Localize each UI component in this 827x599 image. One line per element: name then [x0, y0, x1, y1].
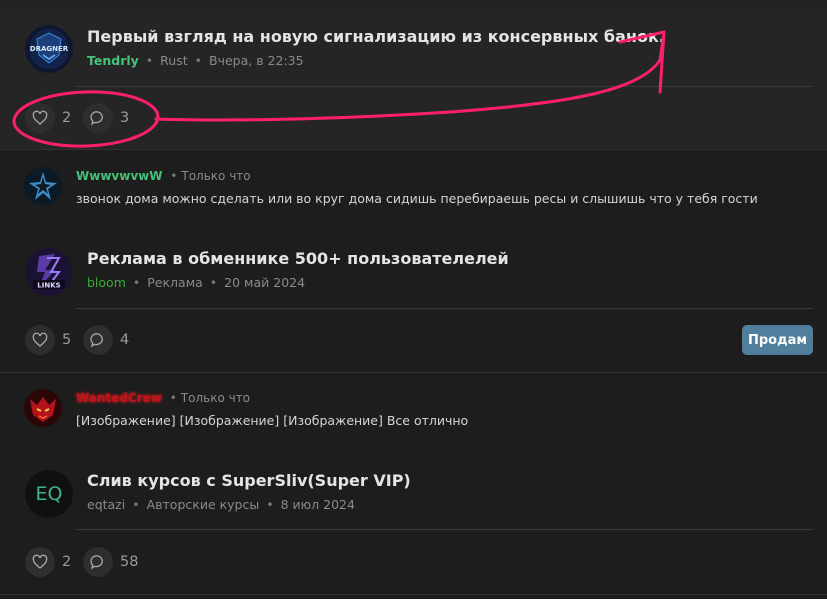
author-avatar-bloom[interactable]: LINKS	[25, 248, 73, 296]
reply-time: Только что	[180, 391, 251, 405]
reply-username[interactable]: WantedCrew	[76, 391, 162, 405]
thread-date: 20 май 2024	[224, 275, 306, 290]
author-avatar-tendrly[interactable]: DRAGNER	[25, 25, 73, 73]
thread-category[interactable]: Rust	[160, 53, 187, 68]
meta-dot: •	[170, 169, 178, 183]
like-button[interactable]: 2	[25, 103, 71, 133]
reply-username-line: WantedCrew • Только что	[76, 391, 250, 405]
heart-icon	[25, 325, 55, 355]
comment-button[interactable]: 4	[83, 325, 129, 355]
heart-icon	[25, 547, 55, 577]
like-count: 5	[62, 332, 72, 348]
meta-dot: •	[266, 497, 274, 512]
top-edge	[0, 0, 827, 11]
reply-username-line: WwwvwvwW • Только что	[76, 169, 251, 183]
like-button[interactable]: 2	[25, 547, 71, 577]
links-logo-icon: LINKS	[25, 248, 73, 296]
comment-bubble-icon	[83, 325, 113, 355]
svg-text:DRAGNER: DRAGNER	[30, 45, 69, 53]
comment-button[interactable]: 58	[83, 547, 138, 577]
thread-author[interactable]: eqtazi	[87, 497, 125, 512]
reply-text: звонок дома можно сделать или во круг до…	[76, 191, 758, 206]
thread-meta: eqtazi • Авторские курсы • 8 июл 2024	[87, 497, 355, 512]
like-count: 2	[62, 554, 72, 570]
separator	[0, 149, 827, 150]
thread-divider	[76, 529, 813, 530]
comment-button[interactable]: 3	[83, 103, 129, 133]
meta-dot: •	[194, 53, 203, 68]
reply-text: [Изображение] [Изображение] [Изображение…	[76, 413, 469, 428]
comment-count: 4	[120, 332, 130, 348]
separator	[0, 372, 827, 373]
comment-count: 3	[120, 110, 130, 126]
heart-icon	[25, 103, 55, 133]
meta-dot: •	[209, 275, 218, 290]
thread-date: 8 июл 2024	[280, 497, 355, 512]
star-avatar-icon	[24, 167, 62, 205]
reply-avatar-wantedcrew[interactable]	[24, 389, 62, 427]
reply-avatar-wwwvwvww[interactable]	[24, 167, 62, 205]
like-count: 2	[62, 110, 72, 126]
thread-meta: Tendrly • Rust • Вчера, в 22:35	[87, 53, 304, 68]
thread-title[interactable]: Слив курсов с SuperSliv(Super VIP)	[87, 471, 411, 490]
prefix-sell-button[interactable]: Продам	[742, 325, 813, 355]
wolf-avatar-icon	[24, 389, 62, 427]
dragner-logo-icon: DRAGNER	[25, 25, 73, 73]
comment-count: 58	[120, 554, 139, 570]
thread-title[interactable]: Реклама в обменнике 500+ пользователелей	[87, 249, 509, 268]
author-avatar-eqtazi[interactable]: EQ	[25, 470, 73, 518]
thread-category[interactable]: Авторские курсы	[147, 497, 260, 512]
meta-dot: •	[145, 53, 154, 68]
meta-dot: •	[169, 391, 177, 405]
comment-bubble-icon	[83, 547, 113, 577]
thread-title[interactable]: Первый взгляд на новую сигнализацию из к…	[87, 27, 665, 46]
separator	[0, 594, 827, 595]
thread-author[interactable]: Tendrly	[87, 53, 139, 68]
thread-category[interactable]: Реклама	[147, 275, 203, 290]
thread-meta: bloom • Реклама • 20 май 2024	[87, 275, 305, 290]
meta-dot: •	[132, 497, 140, 512]
avatar-initials: EQ	[35, 483, 63, 505]
thread-date: Вчера, в 22:35	[209, 53, 304, 68]
svg-text:LINKS: LINKS	[37, 282, 60, 290]
thread-author[interactable]: bloom	[87, 275, 126, 290]
thread-divider	[76, 308, 813, 309]
comment-bubble-icon	[83, 103, 113, 133]
meta-dot: •	[132, 275, 141, 290]
thread-divider	[76, 86, 813, 87]
like-button[interactable]: 5	[25, 325, 71, 355]
reply-username[interactable]: WwwvwvwW	[76, 169, 162, 183]
reply-time: Только что	[181, 169, 251, 183]
